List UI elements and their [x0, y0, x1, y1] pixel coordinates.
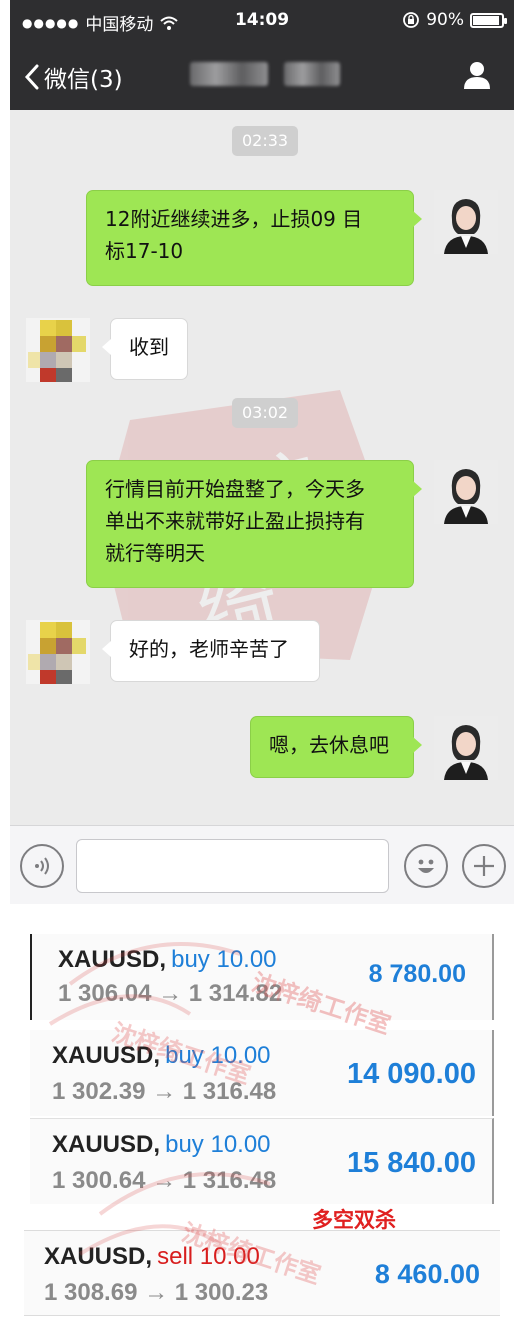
- trade-card[interactable]: XAUUSD, buy 10.00 1 300.64 → 1 316.48 15…: [30, 1118, 494, 1204]
- chevron-left-icon: [24, 64, 39, 90]
- message-bubble-outgoing[interactable]: 行情目前开始盘整了，今天多 单出不来就带好止盈止损持有 就行等明天: [86, 460, 422, 588]
- status-bar: ●●●●● 中国移动 14:09 90%: [10, 0, 514, 40]
- teacher-avatar[interactable]: [434, 460, 498, 524]
- chat-area[interactable]: 沈梓 绮 02:33 12附近继续进多，止损09 目 标17-10: [10, 110, 514, 825]
- message-line: 单出不来就带好止盈止损持有: [105, 509, 365, 533]
- trade-side: buy 10.00: [165, 1131, 271, 1158]
- trade-profit: 8 460.00: [374, 1259, 480, 1289]
- back-label: 微信(3): [44, 67, 123, 93]
- teacher-avatar-image: [434, 716, 498, 780]
- message-line: 好的，老师辛苦了: [129, 637, 289, 661]
- trade-side: buy 10.00: [171, 946, 277, 973]
- teacher-avatar-image: [434, 460, 498, 524]
- user-avatar-image: [28, 320, 86, 382]
- rotation-lock-icon: [403, 12, 420, 28]
- message-line: 行情目前开始盘整了，今天多: [105, 477, 365, 501]
- message-line: 收到: [129, 335, 169, 359]
- message-input-bar: [10, 825, 514, 904]
- user-avatar[interactable]: [26, 318, 90, 382]
- timestamp: 03:02: [232, 398, 299, 428]
- trade-side: buy 10.00: [165, 1042, 271, 1069]
- trade-results: XAUUSD, buy 10.00 1 306.04 → 1 314.82 8 …: [0, 904, 524, 1338]
- message-bubble-incoming[interactable]: 收到: [102, 318, 188, 380]
- teacher-avatar[interactable]: [434, 716, 498, 780]
- message-line: 12附近继续进多，止损09 目: [105, 207, 363, 231]
- trade-profit: 15 840.00: [346, 1147, 476, 1179]
- voice-icon: [35, 857, 49, 875]
- chat-header: 微信(3): [10, 40, 514, 110]
- message-line: 就行等明天: [105, 541, 205, 565]
- message-line: 标17-10: [105, 239, 184, 263]
- teacher-avatar[interactable]: [434, 190, 498, 254]
- trade-card[interactable]: XAUUSD, buy 10.00 1 302.39 → 1 316.48 14…: [30, 1030, 494, 1116]
- message-input[interactable]: [76, 839, 389, 893]
- back-button[interactable]: 微信(3): [24, 60, 123, 94]
- trade-prices: 1 308.69 → 1 300.23: [44, 1279, 269, 1306]
- trade-prices: 1 300.64 → 1 316.48: [52, 1167, 277, 1194]
- message-line: 嗯，去休息吧: [269, 733, 389, 757]
- timestamp: 02:33: [232, 126, 299, 156]
- teacher-avatar-image: [434, 190, 498, 254]
- plus-icon: [474, 856, 494, 876]
- trade-symbol: XAUUSD,: [58, 946, 167, 973]
- battery-percent: 90%: [426, 10, 464, 30]
- trade-card[interactable]: XAUUSD, buy 10.00 1 306.04 → 1 314.82 8 …: [30, 934, 494, 1020]
- message-bubble-outgoing[interactable]: 12附近继续进多，止损09 目 标17-10: [86, 190, 422, 286]
- trade-prices: 1 306.04 → 1 314.82: [58, 980, 283, 1007]
- message-bubble-outgoing[interactable]: 嗯，去休息吧: [250, 716, 422, 778]
- trade-symbol: XAUUSD,: [44, 1243, 153, 1270]
- message-bubble-incoming[interactable]: 好的，老师辛苦了: [102, 620, 320, 682]
- trade-symbol: XAUUSD,: [52, 1042, 161, 1069]
- person-icon: [464, 62, 490, 89]
- trade-profit: 14 090.00: [346, 1058, 476, 1090]
- trade-card[interactable]: XAUUSD, sell 10.00 1 308.69 → 1 300.23 8…: [24, 1230, 500, 1316]
- emoji-button[interactable]: [404, 844, 448, 888]
- trade-symbol: XAUUSD,: [52, 1131, 161, 1158]
- trade-side: sell 10.00: [157, 1243, 260, 1270]
- emoji-icon: [418, 859, 434, 873]
- profile-button[interactable]: [462, 60, 492, 94]
- more-button[interactable]: [462, 844, 506, 888]
- battery-icon: [470, 12, 507, 28]
- chat-title-blurred: [190, 62, 340, 90]
- trade-profit: 8 780.00: [368, 960, 466, 988]
- trade-prices: 1 302.39 → 1 316.48: [52, 1078, 277, 1105]
- user-avatar[interactable]: [26, 620, 90, 684]
- user-avatar-image: [28, 622, 86, 684]
- voice-button[interactable]: [20, 844, 64, 888]
- wechat-screenshot: ●●●●● 中国移动 14:09 90% 微信(3) 绮 02:33 12附近继…: [10, 0, 514, 904]
